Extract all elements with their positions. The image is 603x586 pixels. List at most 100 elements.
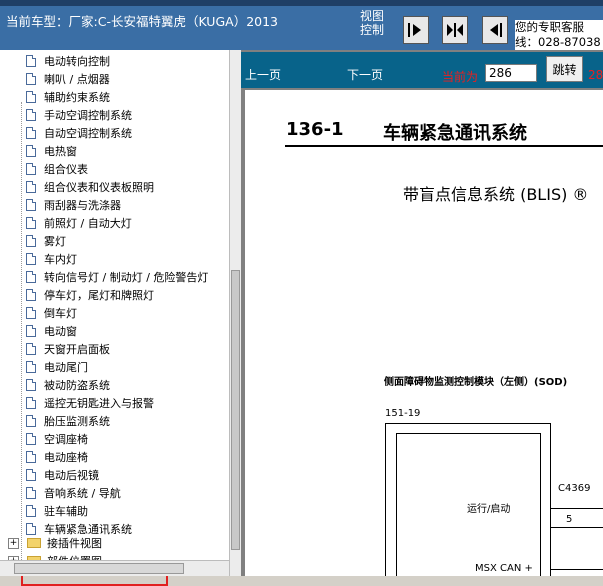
tree-item[interactable]: 电动窗 <box>26 322 77 340</box>
tree-item[interactable]: 音响系统 / 导航 <box>26 484 121 502</box>
tree-item-label: 音响系统 / 导航 <box>44 487 121 500</box>
tree-item[interactable]: 空调座椅 <box>26 430 88 448</box>
document-icon <box>26 397 36 409</box>
arrows-split-icon <box>447 23 463 37</box>
document-icon <box>26 505 36 517</box>
next-page-link[interactable]: 下一页 <box>347 66 383 83</box>
document-icon <box>26 145 36 157</box>
tree-item-label: 雨刮器与洗涤器 <box>44 199 121 212</box>
wire-upper <box>551 508 603 509</box>
prev-page-link[interactable]: 上一页 <box>245 66 281 83</box>
msx-can-label: MSX CAN + <box>475 563 533 574</box>
tree-vertical-scrollbar[interactable] <box>229 50 241 576</box>
tree-item[interactable]: 组合仪表 <box>26 160 88 178</box>
document-icon <box>26 181 36 193</box>
tree-item[interactable]: 停车灯，尾灯和牌照灯 <box>26 286 154 304</box>
view-left-panel-button[interactable] <box>403 16 429 44</box>
view-control-label: 视图控制 <box>360 9 385 37</box>
tree-item-label: 喇叭 / 点烟器 <box>44 73 110 86</box>
tree-item-label: 车内灯 <box>44 253 77 266</box>
document-icon <box>26 91 36 103</box>
tree-item[interactable]: 驻车辅助 <box>26 502 88 520</box>
tree-horizontal-scrollbar[interactable] <box>0 560 229 576</box>
document-icon <box>26 217 36 229</box>
document-icon <box>26 433 36 445</box>
tree-item[interactable]: 电动座椅 <box>26 448 88 466</box>
tree-item-label: 被动防盗系统 <box>44 379 110 392</box>
document-icon <box>26 469 36 481</box>
support-line-1: 您的专职客服 <box>515 20 584 34</box>
tree-item-label: 遥控无钥匙进入与报警 <box>44 397 154 410</box>
tree-item-label: 辅助约束系统 <box>44 91 110 104</box>
document-icon <box>26 55 36 67</box>
tree-item-label: 胎压监测系统 <box>44 415 110 428</box>
tree-item[interactable]: 自动空调控制系统 <box>26 124 132 142</box>
module-label: 侧面障碍物监测控制模块（左侧）(SOD) <box>384 377 568 388</box>
page-number-input[interactable] <box>485 64 537 82</box>
tree-item-label: 自动空调控制系统 <box>44 127 132 140</box>
document-icon <box>26 109 36 121</box>
vehicle-title: 当前车型：厂家:C-长安福特翼虎（KUGA）2013 <box>6 14 279 29</box>
folder-icon <box>27 538 41 548</box>
jump-button[interactable]: 跳转 <box>546 56 583 82</box>
section-number: 136-1 <box>286 119 344 140</box>
tree-item[interactable]: 倒车灯 <box>26 304 77 322</box>
tree-item[interactable]: 遥控无钥匙进入与报警 <box>26 394 154 412</box>
tree-item-label: 电热窗 <box>44 145 77 158</box>
tree-item[interactable]: 被动防盗系统 <box>26 376 110 394</box>
tree-item-label: 转向信号灯 / 制动灯 / 危险警告灯 <box>44 271 209 284</box>
tree-item[interactable]: 电动后视镜 <box>26 466 99 484</box>
tree-item-label: 雾灯 <box>44 235 66 248</box>
current-page-label: 当前为 <box>442 70 479 84</box>
tree-item-label: 停车灯，尾灯和牌照灯 <box>44 289 154 302</box>
tree-item[interactable]: 辅助约束系统 <box>26 88 110 106</box>
tree-connector-line <box>21 102 23 572</box>
tree-item[interactable]: 雨刮器与洗涤器 <box>26 196 121 214</box>
tree-item[interactable]: 雾灯 <box>26 232 66 250</box>
view-split-button[interactable] <box>442 16 468 44</box>
tree-item[interactable]: 天窗开启面板 <box>26 340 110 358</box>
tree-item[interactable]: 电动尾门 <box>26 358 88 376</box>
tree-item[interactable]: 电动转向控制 <box>26 52 110 70</box>
tree-item[interactable]: 胎压监测系统 <box>26 412 110 430</box>
arrow-right-bar-icon <box>408 23 421 37</box>
document-icon <box>26 415 36 427</box>
tree-item[interactable]: 前照灯 / 自动大灯 <box>26 214 132 232</box>
pin-number: 5 <box>566 514 573 525</box>
folder-connector-views[interactable]: + 接插件视图 <box>8 534 102 552</box>
document-icon <box>26 487 36 499</box>
document-icon <box>26 199 36 211</box>
wire-can <box>551 569 603 570</box>
document-icon <box>26 163 36 175</box>
support-info: 您的专职客服 线：028-87038 <box>515 20 603 52</box>
tree-item-label: 天窗开启面板 <box>44 343 110 356</box>
total-pages-partial: 28 <box>588 68 603 82</box>
window-top-strip <box>0 0 603 6</box>
tree-item-label: 驻车辅助 <box>44 505 88 518</box>
document-icon <box>26 127 36 139</box>
tree-item[interactable]: 转向信号灯 / 制动灯 / 危险警告灯 <box>26 268 208 286</box>
tree-item[interactable]: 电热窗 <box>26 142 77 160</box>
wire-lower <box>551 527 603 528</box>
arrow-left-bar-icon <box>490 23 502 37</box>
document-icon <box>26 235 36 247</box>
tree-item-label: 空调座椅 <box>44 433 88 446</box>
tree-item[interactable]: 组合仪表和仪表板照明 <box>26 178 154 196</box>
section-rule <box>285 145 603 147</box>
expand-icon[interactable]: + <box>8 537 19 549</box>
tree-item[interactable]: 手动空调控制系统 <box>26 106 132 124</box>
document-icon <box>26 379 36 391</box>
tree-item-label: 倒车灯 <box>44 307 77 320</box>
support-line-2: 线：028-87038 <box>515 35 601 49</box>
tree-item[interactable]: 车内灯 <box>26 250 77 268</box>
view-right-panel-button[interactable] <box>482 16 508 44</box>
scrollbar-thumb[interactable] <box>14 563 184 574</box>
document-icon <box>26 253 36 265</box>
tree-item[interactable]: 喇叭 / 点烟器 <box>26 70 110 88</box>
document-icon <box>26 451 36 463</box>
folder-label: 接插件视图 <box>47 537 102 550</box>
section-title: 车辆紧急通讯系统 <box>383 123 527 144</box>
tree-item-label: 电动座椅 <box>44 451 88 464</box>
tree-item-label: 电动后视镜 <box>44 469 99 482</box>
scrollbar-thumb[interactable] <box>231 270 240 550</box>
